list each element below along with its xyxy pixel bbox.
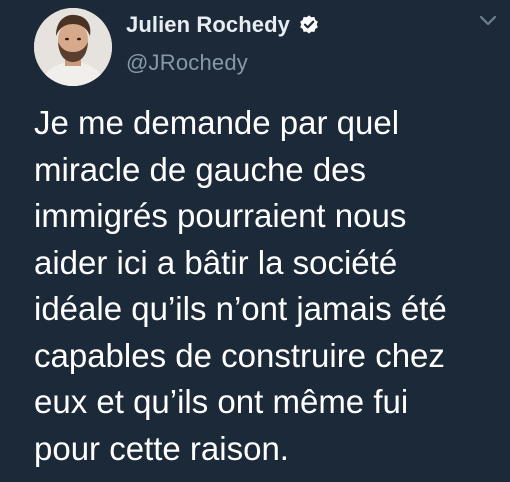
- name-row: Julien Rochedy: [126, 8, 466, 42]
- tweet-text: Je me demande par quel miracle de gauche…: [34, 104, 447, 467]
- tweet-header: Julien Rochedy @JRochedy: [126, 8, 466, 76]
- user-avatar-photo-icon: [34, 8, 112, 86]
- display-name[interactable]: Julien Rochedy: [126, 12, 290, 38]
- user-handle[interactable]: @JRochedy: [126, 50, 466, 76]
- verified-badge-icon: [298, 14, 320, 36]
- chevron-down-icon[interactable]: [478, 14, 498, 28]
- tweet-card: Julien Rochedy @JRochedy Je me demande p…: [0, 0, 510, 482]
- avatar[interactable]: [34, 8, 112, 86]
